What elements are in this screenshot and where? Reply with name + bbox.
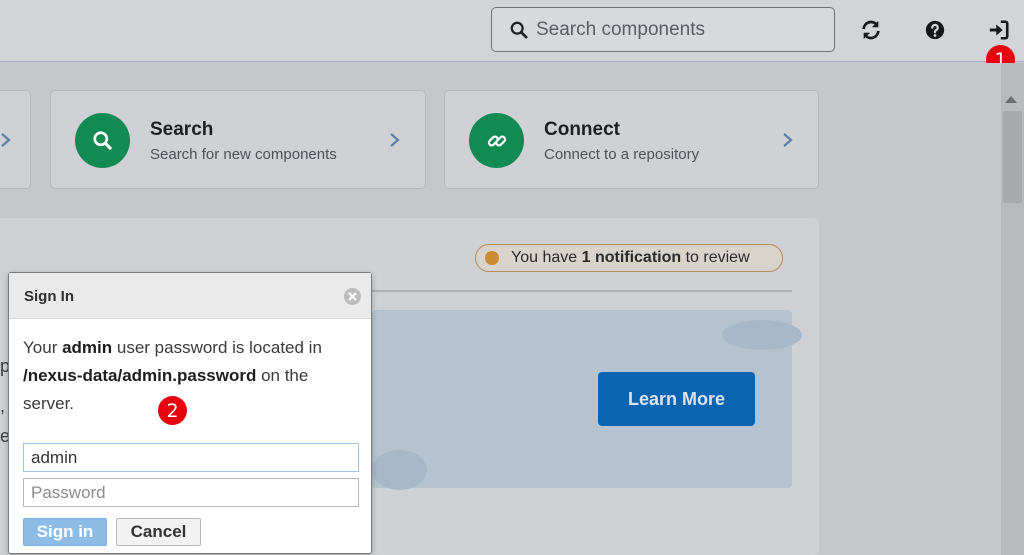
chevron-right-icon	[390, 133, 400, 147]
learn-more-button[interactable]: Learn More	[598, 372, 755, 426]
search-icon	[510, 21, 528, 39]
connect-card-title: Connect	[544, 119, 620, 140]
partial-card[interactable]	[0, 90, 31, 189]
password-field[interactable]	[23, 478, 359, 507]
cloud-decoration	[372, 450, 427, 490]
notification-dot-icon	[485, 251, 499, 265]
cancel-button[interactable]: Cancel	[116, 518, 201, 546]
chevron-right-icon	[1, 133, 11, 147]
annotation-badge-2: 2	[158, 396, 187, 425]
search-card[interactable]: Search Search for new components	[50, 90, 426, 189]
chevron-right-icon	[783, 133, 793, 147]
scrollbar-thumb[interactable]	[1003, 111, 1022, 203]
vertical-scrollbar[interactable]	[1001, 63, 1024, 555]
close-icon[interactable]	[343, 287, 362, 306]
clipped-text-fragment: ,	[0, 396, 6, 416]
search-card-icon-circle	[75, 113, 130, 168]
scroll-up-arrow-icon[interactable]	[1005, 96, 1017, 103]
help-icon[interactable]	[924, 19, 946, 41]
dialog-header: Sign In	[9, 273, 371, 319]
link-icon	[487, 135, 506, 146]
search-placeholder: Search components	[536, 18, 705, 40]
divider	[372, 290, 792, 292]
notification-text: You have 1 notification to review	[511, 249, 750, 266]
refresh-icon[interactable]	[860, 19, 882, 41]
username-field[interactable]	[23, 443, 359, 472]
dialog-title: Sign In	[24, 288, 74, 305]
search-card-subtitle: Search for new components	[150, 146, 337, 163]
connect-card[interactable]: Connect Connect to a repository	[444, 90, 819, 189]
dialog-message: Your admin user password is located in /…	[23, 338, 322, 413]
top-bar: Search components	[0, 0, 1024, 62]
notification-pill[interactable]: You have 1 notification to review	[475, 244, 783, 272]
search-card-title: Search	[150, 119, 214, 140]
sign-in-icon[interactable]	[988, 19, 1010, 41]
connect-card-icon-circle	[469, 113, 524, 168]
sign-in-dialog: Sign In Your admin user password is loca…	[8, 272, 372, 554]
cloud-decoration	[722, 320, 802, 350]
connect-card-subtitle: Connect to a repository	[544, 146, 700, 163]
sign-in-button[interactable]: Sign in	[23, 518, 107, 546]
search-components-field[interactable]: Search components	[491, 7, 835, 52]
search-icon	[92, 130, 112, 150]
